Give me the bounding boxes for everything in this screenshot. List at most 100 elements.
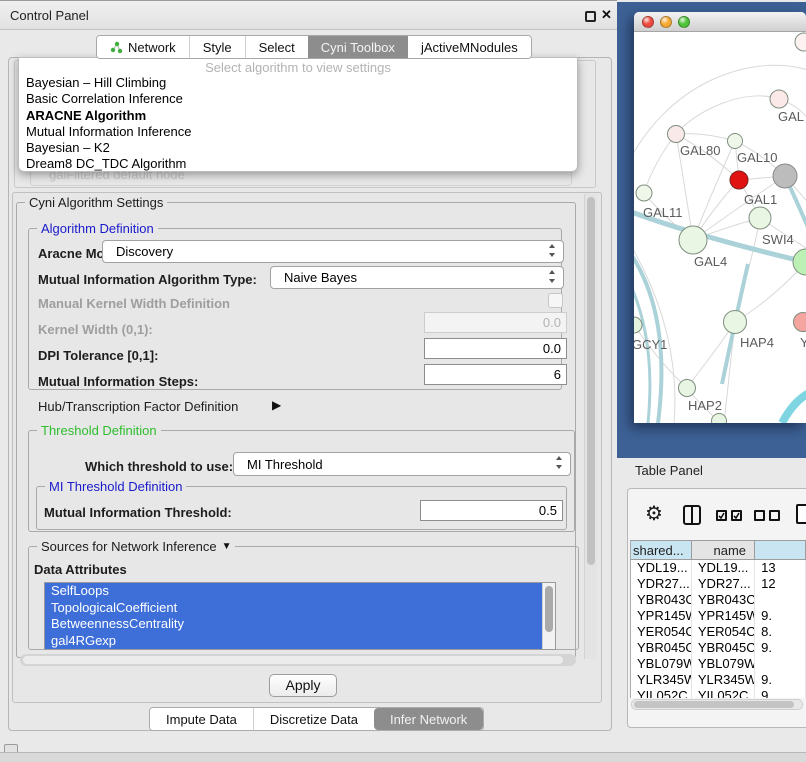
mi-steps-label: Mutual Information Steps: [38,374,198,389]
node-gal-top[interactable] [770,90,788,108]
column-header[interactable]: name [692,540,755,560]
table-row[interactable]: YIL052C YIL052C 9. [631,688,806,698]
tab-jactivemnodules[interactable]: jActiveMNodules [408,36,531,58]
scrollbar-thumb[interactable] [23,656,563,664]
close-panel-icon[interactable]: ✕ [601,7,612,23]
node-gcy1[interactable] [634,317,642,333]
table-cell: YLR345W [692,672,755,688]
column-header[interactable]: shared... [631,540,692,560]
table-cell: YER054C [692,624,755,640]
mi-threshold-input[interactable] [420,500,563,521]
tab-discretize-data[interactable]: Discretize Data [253,708,374,730]
node-bottom[interactable] [712,414,727,424]
table-row[interactable]: YLR345W YLR345W 9. [631,672,806,688]
table-cell: 8. [755,624,806,640]
kernel-width-input[interactable] [424,312,567,333]
list-item-selected[interactable]: TopologicalCoefficient [45,600,542,617]
network-view-window[interactable]: GAL80 GAL10 GAL1 GAL11 SWI4 GAL4 GCY1 HA… [634,12,806,423]
dropdown-item[interactable]: Basic Correlation Inference [19,91,577,107]
table-cell: YBR043C [631,592,692,608]
mi-threshold-label: Mutual Information Threshold: [44,505,232,520]
new-column-icon[interactable] [796,504,806,524]
table-row[interactable]: YBL079W YBL079W [631,656,806,672]
columns-icon[interactable] [683,505,701,525]
settings-horizontal-scrollbar[interactable] [20,654,576,666]
node-green-right[interactable] [793,249,806,275]
table-row[interactable]: YBR045C YBR045C 9. [631,640,806,656]
tab-style[interactable]: Style [189,36,245,58]
tab-network[interactable]: Network [97,36,189,58]
table-cell: YDL19... [631,560,692,576]
column-header[interactable] [755,540,806,560]
control-panel-tabbar: Network Style Select Cyni Toolbox jActiv… [96,35,532,59]
float-panel-icon[interactable] [585,11,596,22]
tab-infer-network[interactable]: Infer Network [374,708,483,730]
table-cell: YIL052C [692,688,755,698]
dropdown-item[interactable]: Bayesian – Hill Climbing [19,75,577,91]
list-item-selected[interactable]: gal4RGexp [45,633,542,650]
list-item-selected[interactable]: BetweennessCentrality [45,616,542,633]
window-minimize-button[interactable] [660,16,672,28]
apply-button[interactable]: Apply [269,674,337,697]
dropdown-item[interactable]: Bayesian – K2 [19,140,577,156]
table-row[interactable]: YDL19... YDL19... 13 [631,560,806,576]
collapse-down-icon[interactable]: ▼ [222,541,232,552]
list-item-selected[interactable]: SelfLoops [45,583,542,600]
table-cell [755,656,806,672]
node-gal10[interactable] [728,134,743,149]
node-gal1[interactable] [749,207,771,229]
expand-right-icon[interactable]: ▶ [272,398,281,412]
mi-algorithm-type-combobox[interactable]: Naive Bayes [270,266,564,289]
window-close-button[interactable] [642,16,654,28]
tab-impute-data[interactable]: Impute Data [150,708,253,730]
table-row[interactable]: YPR145W YPR145W 9. [631,608,806,624]
unchecked-checkbox-icon[interactable] [754,510,765,521]
aracne-mode-combobox[interactable]: Discovery [102,240,564,263]
table-row[interactable]: YDR27... YDR27... 12 [631,576,806,592]
dropdown-item[interactable]: Dream8 DC_TDC Algorithm [19,156,577,172]
control-panel-titlebar: Control Panel ✕ [0,0,617,30]
node-table[interactable]: shared... name YDL19... YDL19... 13 YDR2… [630,540,806,698]
scrollbar-thumb[interactable] [545,586,553,632]
node-label-gal4: GAL4 [694,254,727,269]
node-red-selected[interactable] [730,171,748,189]
node-hap4[interactable] [724,311,747,334]
node-unlabeled-top[interactable] [795,33,806,51]
network-canvas[interactable]: GAL80 GAL10 GAL1 GAL11 SWI4 GAL4 GCY1 HA… [634,32,806,423]
dropdown-item-highlighted[interactable]: ARACNE Algorithm [19,108,577,124]
dpi-tolerance-input[interactable] [424,338,567,359]
node-salmon-right[interactable] [794,313,806,332]
table-cell: 9. [755,608,806,624]
checked-checkbox-icon[interactable] [716,510,727,521]
node-gal11[interactable] [636,185,652,201]
dropdown-item[interactable]: Mutual Information Inference [19,124,577,140]
screen: GAL80 GAL10 GAL1 GAL11 SWI4 GAL4 GCY1 HA… [0,0,806,762]
scrollbar-thumb[interactable] [587,197,595,565]
settings-vertical-scrollbar[interactable] [584,194,597,659]
table-cell: 9. [755,640,806,656]
checked-checkbox-icon[interactable] [731,510,742,521]
table-row[interactable]: YER054C YER054C 8. [631,624,806,640]
node-gal80[interactable] [668,126,685,143]
table-row[interactable]: YBR043C YBR043C [631,592,806,608]
node-label-gal11: GAL11 [643,205,683,220]
table-cell: YDL19... [692,560,755,576]
tab-cyni-toolbox[interactable]: Cyni Toolbox [308,36,408,58]
node-gal4[interactable] [679,226,707,254]
scrollbar-thumb[interactable] [634,701,794,708]
window-zoom-button[interactable] [678,16,690,28]
mi-steps-input[interactable] [424,364,567,385]
list-vertical-scrollbar[interactable] [542,583,555,649]
unchecked-checkbox-icon[interactable] [769,510,780,521]
network-window-titlebar[interactable] [634,12,806,32]
table-horizontal-scrollbar[interactable] [631,699,803,710]
network-graph: GAL80 GAL10 GAL1 GAL11 SWI4 GAL4 GCY1 HA… [634,32,806,423]
node-gray[interactable] [773,164,797,188]
mi-threshold-definition-legend: MI Threshold Definition [45,479,186,494]
manual-kernel-width-checkbox[interactable] [548,293,563,308]
gear-icon[interactable]: ⚙ [645,504,663,524]
node-hap2[interactable] [679,380,696,397]
which-threshold-combobox[interactable]: MI Threshold [233,452,571,476]
tab-select[interactable]: Select [245,36,308,58]
data-attributes-listbox[interactable]: SelfLoops TopologicalCoefficient Between… [44,582,556,650]
